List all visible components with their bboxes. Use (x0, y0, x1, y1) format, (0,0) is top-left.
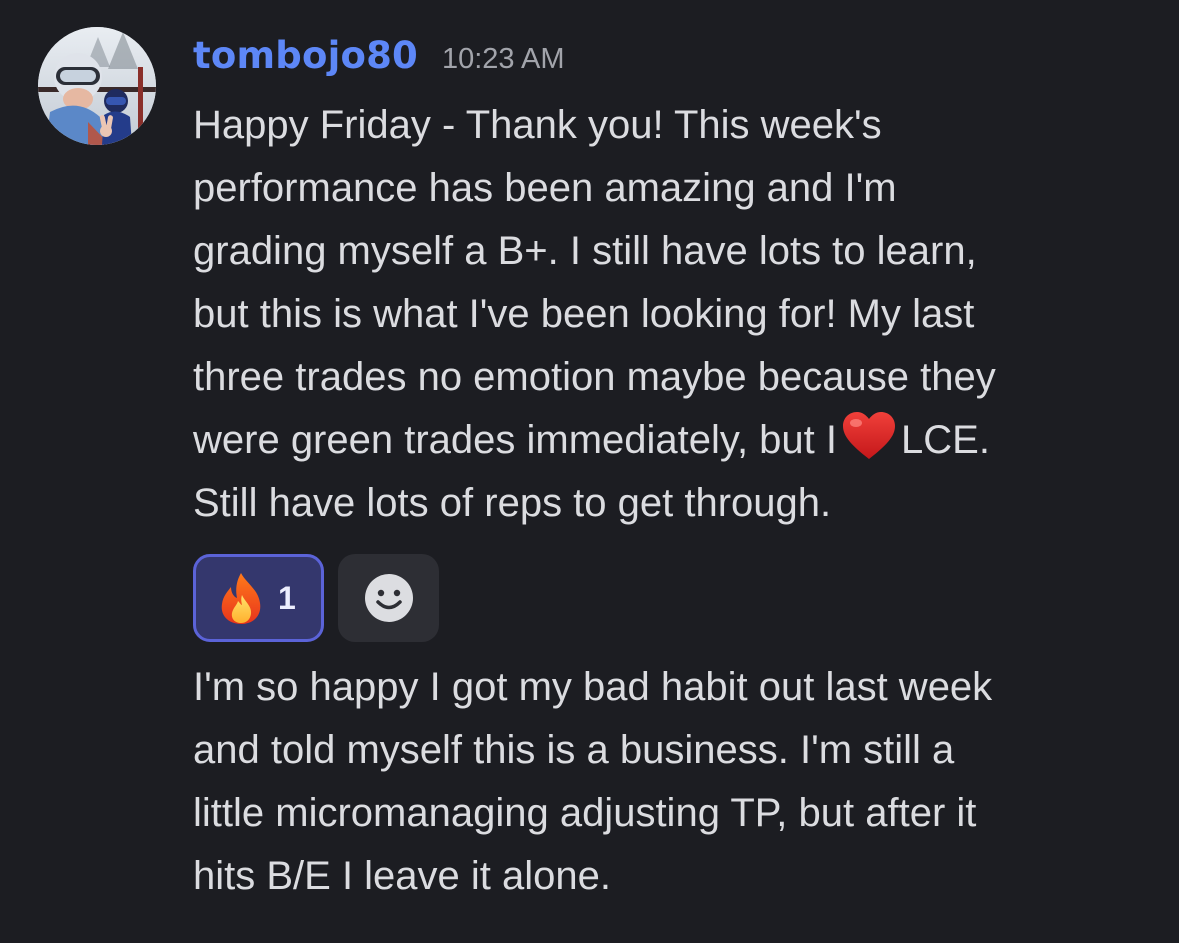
message-line: grading myself a B+. I still have lots t… (193, 229, 977, 273)
message-body: Happy Friday - Thank you! This week's pe… (193, 94, 1133, 535)
avatar-photo-icon (38, 27, 156, 145)
fire-emoji-icon (216, 571, 266, 625)
user-avatar[interactable] (38, 27, 156, 145)
message-line-with-emoji: were green trades immediately, but I LCE… (193, 409, 1133, 472)
message-line: I'm so happy I got my bad habit out last… (193, 665, 993, 709)
reactions-bar: 1 (193, 554, 439, 642)
username[interactable]: tombojo80 (193, 34, 418, 77)
message-line: Still have lots of reps to get through. (193, 481, 832, 525)
message-text-before-emoji: were green trades immediately, but I (193, 418, 838, 462)
message-line: three trades no emotion maybe because th… (193, 355, 996, 399)
message-header: tombojo80 10:23 AM (193, 34, 565, 90)
add-reaction-button[interactable] (338, 554, 439, 642)
message-line: Happy Friday - Thank you! This week's (193, 103, 882, 147)
chat-message: tombojo80 10:23 AM Happy Friday - Thank … (0, 0, 1179, 943)
message-line: performance has been amazing and I'm (193, 166, 897, 210)
message-text-after-emoji: LCE. (901, 418, 990, 462)
smiley-add-reaction-icon (364, 574, 413, 622)
reaction-fire[interactable]: 1 (193, 554, 324, 642)
timestamp: 10:23 AM (441, 43, 565, 75)
message-body-second: I'm so happy I got my bad habit out last… (193, 656, 1133, 908)
message-line: little micromanaging adjusting TP, but a… (193, 791, 977, 835)
message-line: and told myself this is a business. I'm … (193, 728, 955, 772)
reaction-count: 1 (278, 579, 296, 616)
red-heart-emoji-icon (841, 411, 897, 461)
message-line: hits B/E I leave it alone. (193, 854, 612, 898)
message-line: but this is what I've been looking for! … (193, 292, 975, 336)
